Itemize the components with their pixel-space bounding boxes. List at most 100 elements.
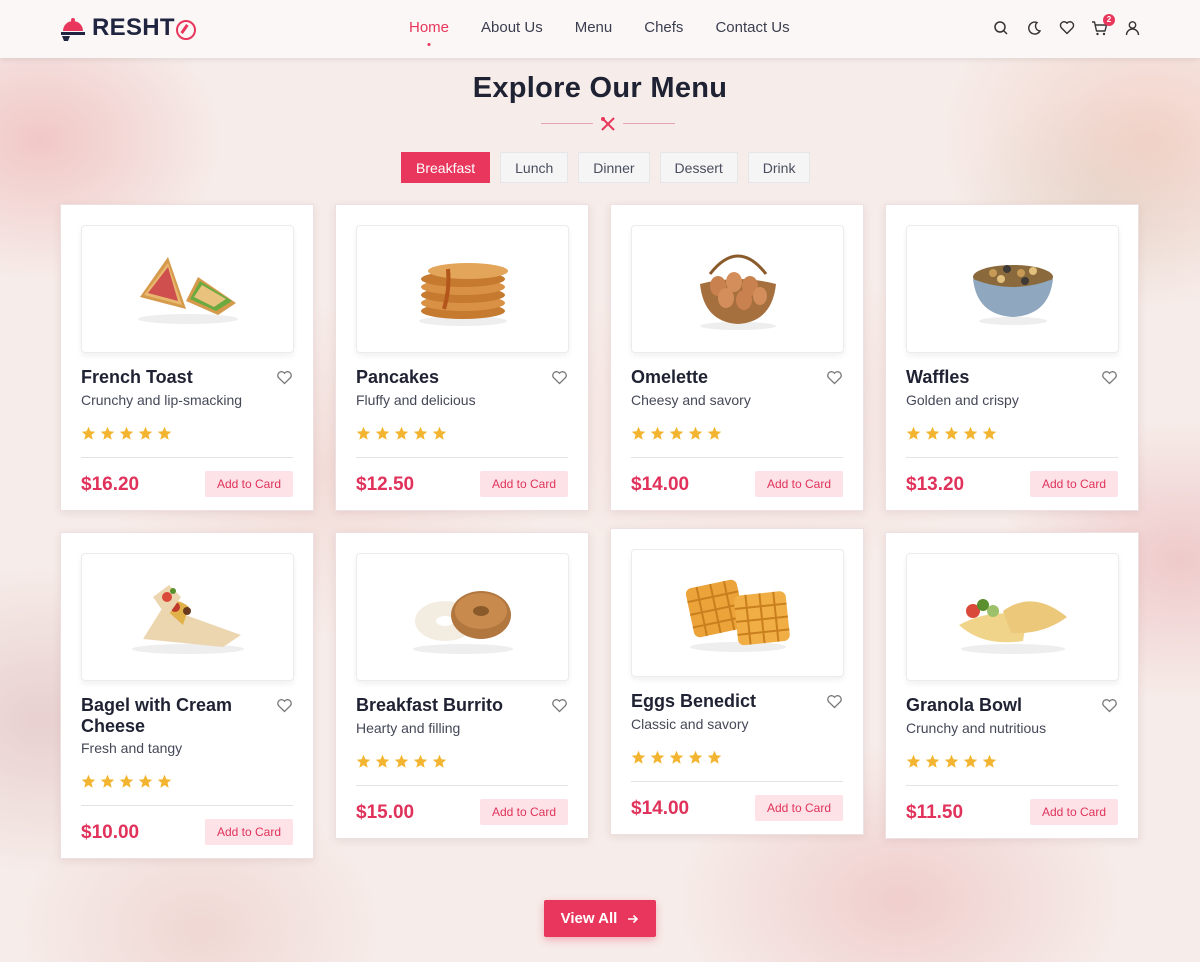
star-icon: [906, 426, 921, 440]
menu-card[interactable]: Eggs Benedict Classic and savory $14.00 …: [610, 528, 864, 835]
tab-dessert[interactable]: Dessert: [659, 152, 738, 183]
add-to-card-button[interactable]: Add to Card: [205, 819, 293, 845]
menu-card[interactable]: Granola Bowl Crunchy and nutritious $11.…: [885, 532, 1139, 839]
nav-menu[interactable]: Menu: [575, 19, 613, 36]
main-nav: Home About Us Menu Chefs Contact Us: [409, 19, 790, 36]
cart-icon[interactable]: 2: [1090, 14, 1115, 37]
star-icon: [688, 426, 703, 440]
menu-card[interactable]: French Toast Crunchy and lip-smacking $1…: [60, 204, 314, 511]
view-all-button[interactable]: View All: [544, 900, 656, 937]
nav-contact[interactable]: Contact Us: [715, 19, 789, 36]
category-tabs: Breakfast Lunch Dinner Dessert Drink: [401, 152, 811, 183]
heart-icon[interactable]: [1101, 698, 1118, 713]
star-icon: [100, 426, 115, 440]
sandwich-icon: [137, 257, 238, 324]
star-icon: [356, 426, 371, 440]
add-to-card-button[interactable]: Add to Card: [1030, 799, 1118, 825]
menu-card[interactable]: Pancakes Fluffy and delicious $12.50 Add…: [335, 204, 589, 511]
star-icon: [963, 426, 978, 440]
star-icon: [650, 426, 665, 440]
add-to-card-button[interactable]: Add to Card: [480, 471, 568, 497]
dish-name: Breakfast Burrito: [356, 695, 504, 715]
dish-price: $14.00: [631, 474, 690, 495]
menu-card[interactable]: Omelette Cheesy and savory $14.00 Add to…: [610, 204, 864, 511]
star-icon: [906, 754, 921, 768]
star-icon: [944, 426, 959, 440]
dish-description: Crunchy and lip-smacking: [81, 392, 243, 408]
tab-lunch[interactable]: Lunch: [500, 152, 569, 183]
site-header: RESHT Home About Us Menu Chefs Contact U…: [0, 0, 1200, 58]
add-to-card-button[interactable]: Add to Card: [480, 799, 568, 825]
pizza-badge-icon: [175, 20, 196, 40]
food-image: [81, 553, 294, 681]
crepe-icon: [958, 599, 1067, 654]
card-divider: [356, 785, 568, 786]
add-to-card-button[interactable]: Add to Card: [755, 795, 843, 821]
card-divider: [906, 457, 1118, 458]
dish-description: Golden and crispy: [906, 392, 1019, 408]
brand-name: RESHT: [92, 14, 175, 41]
star-icon: [356, 754, 371, 768]
star-icon: [413, 754, 428, 768]
food-image: [906, 553, 1119, 681]
rating-stars: [356, 754, 447, 769]
dish-price: $12.50: [356, 474, 415, 495]
add-to-card-button[interactable]: Add to Card: [1030, 471, 1118, 497]
heart-icon[interactable]: [551, 698, 568, 713]
card-divider: [356, 457, 568, 458]
add-to-card-button[interactable]: Add to Card: [205, 471, 293, 497]
rating-stars: [631, 750, 722, 765]
heart-icon[interactable]: [826, 370, 843, 385]
food-image: [81, 225, 294, 353]
tab-breakfast[interactable]: Breakfast: [401, 152, 491, 183]
star-icon: [925, 426, 940, 440]
waffles-icon: [685, 579, 790, 652]
heart-icon[interactable]: [1057, 18, 1076, 37]
search-icon[interactable]: [991, 18, 1010, 37]
star-icon: [375, 426, 390, 440]
header-actions: 2: [991, 14, 1142, 37]
dish-description: Crunchy and nutritious: [906, 720, 1047, 736]
dish-description: Cheesy and savory: [631, 392, 751, 408]
menu-card[interactable]: Breakfast Burrito Hearty and filling $15…: [335, 532, 589, 839]
arrow-right-icon: [628, 914, 639, 923]
rating-stars: [906, 426, 997, 441]
dish-price: $14.00: [631, 798, 690, 819]
heart-icon[interactable]: [276, 698, 293, 713]
nav-about[interactable]: About Us: [481, 19, 543, 36]
add-to-card-button[interactable]: Add to Card: [755, 471, 843, 497]
card-divider: [81, 457, 293, 458]
logo[interactable]: RESHT: [60, 14, 196, 42]
dish-description: Hearty and filling: [356, 720, 461, 736]
food-image: [631, 225, 844, 353]
dish-description: Fresh and tangy: [81, 740, 183, 756]
user-icon[interactable]: [1123, 18, 1142, 37]
tab-dinner[interactable]: Dinner: [578, 152, 650, 183]
heart-icon[interactable]: [551, 370, 568, 385]
card-divider: [81, 805, 293, 806]
star-icon: [944, 754, 959, 768]
star-icon: [707, 750, 722, 764]
menu-card[interactable]: Waffles Golden and crispy $13.20 Add to …: [885, 204, 1139, 511]
fork-knife-icon: [601, 117, 615, 131]
heart-icon[interactable]: [276, 370, 293, 385]
granola-bowl-icon: [972, 265, 1053, 325]
tab-drink[interactable]: Drink: [747, 152, 811, 183]
star-icon: [963, 754, 978, 768]
section-title: Explore Our Menu: [472, 72, 728, 104]
dish-name: French Toast: [81, 367, 193, 387]
nav-home[interactable]: Home: [409, 19, 449, 36]
dish-name: Eggs Benedict: [631, 691, 757, 711]
food-image: [356, 553, 569, 681]
star-icon: [413, 426, 428, 440]
rating-stars: [906, 754, 997, 769]
heart-icon[interactable]: [1101, 370, 1118, 385]
star-icon: [81, 774, 96, 788]
heart-icon[interactable]: [826, 694, 843, 709]
moon-icon[interactable]: [1024, 18, 1043, 37]
food-image: [631, 549, 844, 677]
star-icon: [157, 774, 172, 788]
nav-chefs[interactable]: Chefs: [644, 19, 683, 36]
menu-card[interactable]: Bagel with Cream Cheese Fresh and tangy …: [60, 532, 314, 859]
star-icon: [982, 754, 997, 768]
